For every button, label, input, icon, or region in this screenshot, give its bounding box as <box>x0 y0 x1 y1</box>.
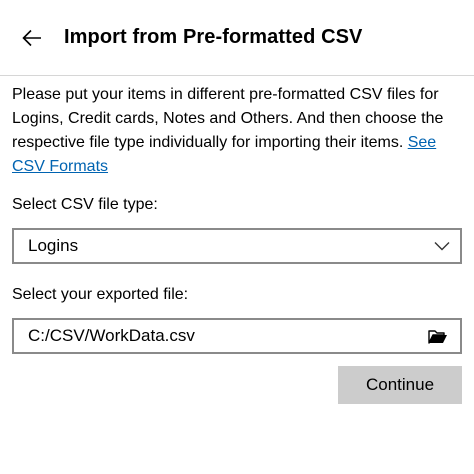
instructions-text: Please put your items in different pre-f… <box>12 83 467 179</box>
folder-open-icon[interactable] <box>428 329 448 345</box>
instructions-body: Please put your items in different pre-f… <box>12 86 444 151</box>
exported-file-input[interactable]: C:/CSV/WorkData.csv <box>12 318 462 354</box>
arrow-left-icon <box>22 29 41 47</box>
file-type-select[interactable]: Logins <box>12 228 462 264</box>
exported-file-path: C:/CSV/WorkData.csv <box>28 326 195 345</box>
file-type-label: Select CSV file type: <box>12 196 158 213</box>
page-header: Import from Pre-formatted CSV <box>0 0 474 76</box>
exported-file-label: Select your exported file: <box>12 286 189 303</box>
file-type-selected-value: Logins <box>28 236 79 255</box>
back-button[interactable] <box>18 24 46 52</box>
page-title: Import from Pre-formatted CSV <box>64 26 363 48</box>
continue-button[interactable]: Continue <box>338 366 462 404</box>
chevron-down-icon <box>434 242 450 251</box>
